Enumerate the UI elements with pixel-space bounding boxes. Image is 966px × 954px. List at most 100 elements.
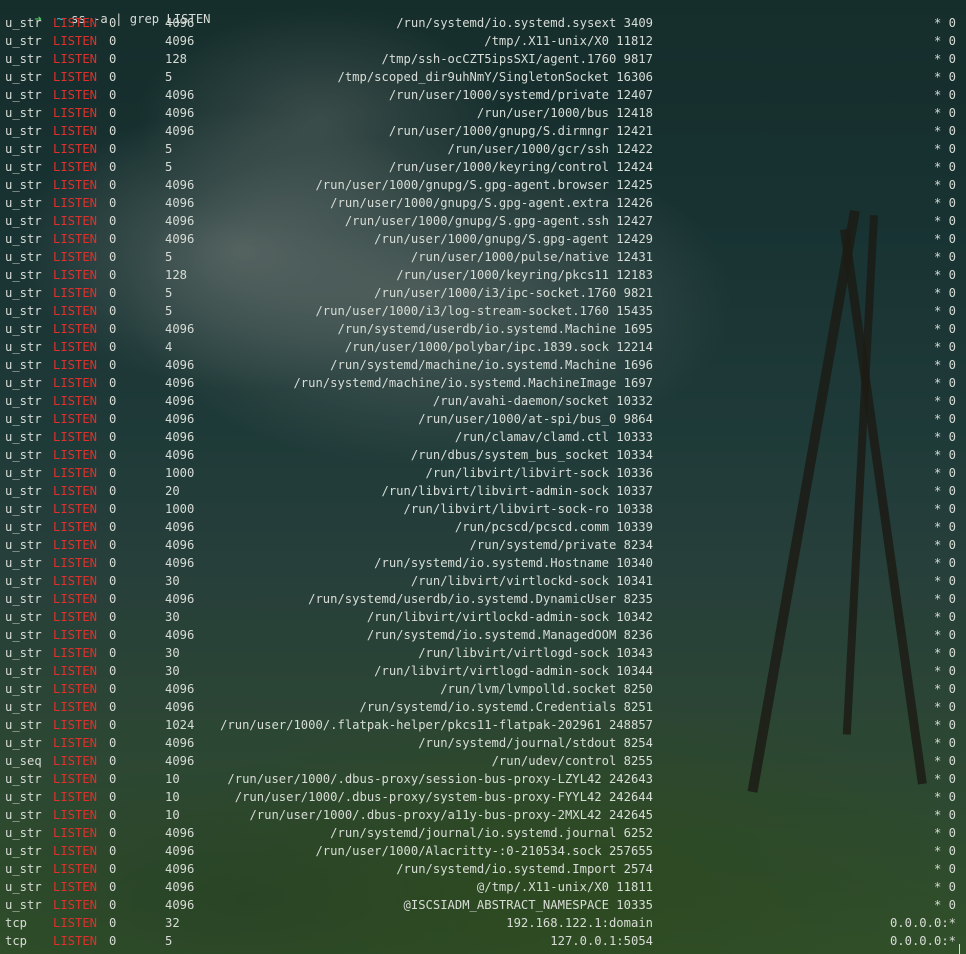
- table-row: u_str LISTEN 0 4096/run/user/1000/gnupg/S.g…: [0, 212, 966, 230]
- row-netid: u_str: [5, 142, 42, 156]
- row-local-address: /run/clamav/clamd.ctl 10333: [454, 430, 653, 444]
- row-peer-address: * 0: [933, 52, 956, 66]
- row-peer-address: * 0: [933, 502, 956, 516]
- row-state: LISTEN: [53, 358, 98, 372]
- row-local-address: /run/systemd/io.systemd.Hostname 10340: [374, 556, 653, 570]
- row-recv-q: 0: [109, 124, 117, 138]
- table-row: u_str LISTEN 0 4096/run/user/1000/Alacritty…: [0, 842, 966, 860]
- row-send-q: 10: [165, 808, 180, 822]
- row-netid: u_str: [5, 718, 42, 732]
- row-recv-q: 0: [109, 286, 117, 300]
- row-peer-address: * 0: [933, 844, 956, 858]
- row-peer-address: * 0: [933, 520, 956, 534]
- table-row: u_str LISTEN 0 4096 @ISCSIADM_ABSTRACT_NAMES…: [0, 896, 966, 914]
- row-send-q: 10: [165, 772, 180, 786]
- table-row: u_str LISTEN 0 4096/run/systemd/journal/io.…: [0, 824, 966, 842]
- row-peer-address: * 0: [933, 682, 956, 696]
- row-state: LISTEN: [53, 250, 98, 264]
- table-row: u_str LISTEN 0 4096/run/user/1000/systemd/p…: [0, 86, 966, 104]
- row-netid: tcp: [5, 934, 28, 948]
- row-peer-address: * 0: [933, 232, 956, 246]
- row-state: LISTEN: [53, 880, 98, 894]
- row-peer-address: * 0: [933, 250, 956, 264]
- row-recv-q: 0: [109, 700, 117, 714]
- row-peer-address: * 0: [933, 700, 956, 714]
- row-local-address: /run/user/1000/pulse/native 12431: [410, 250, 653, 264]
- table-row: u_str LISTEN 0 4096/run/lvm/lvmpolld.socket…: [0, 680, 966, 698]
- row-recv-q: 0: [109, 628, 117, 642]
- row-recv-q: 0: [109, 574, 117, 588]
- row-netid: u_str: [5, 70, 42, 84]
- row-netid: u_str: [5, 862, 42, 876]
- row-send-q: 4096: [165, 16, 195, 30]
- row-recv-q: 0: [109, 106, 117, 120]
- row-peer-address: * 0: [933, 574, 956, 588]
- row-state: LISTEN: [53, 178, 98, 192]
- row-local-address: /run/user/1000/keyring/control 12424: [388, 160, 653, 174]
- row-local-address: /run/user/1000/i3/ipc-socket.1760 9821: [374, 286, 653, 300]
- row-recv-q: 0: [109, 556, 117, 570]
- row-netid: u_str: [5, 178, 42, 192]
- row-state: LISTEN: [53, 610, 98, 624]
- row-state: LISTEN: [53, 448, 98, 462]
- row-netid: u_str: [5, 466, 42, 480]
- row-netid: u_str: [5, 484, 42, 498]
- row-state: LISTEN: [53, 52, 98, 66]
- table-row: u_str LISTEN 0 5/tmp/scoped_dir9uhNmY/Singl…: [0, 68, 966, 86]
- row-state: LISTEN: [53, 934, 98, 948]
- row-local-address: /run/user/1000/gnupg/S.gpg-agent.browser…: [315, 178, 653, 192]
- row-send-q: 5: [165, 70, 173, 84]
- row-state: LISTEN: [53, 520, 98, 534]
- table-row: u_str LISTEN 0 5/run/user/1000/gcr/ssh 1242…: [0, 140, 966, 158]
- row-state: LISTEN: [53, 538, 98, 552]
- row-state: LISTEN: [53, 232, 98, 246]
- row-send-q: 5: [165, 304, 173, 318]
- row-local-address: /run/libvirt/virtlockd-sock 10341: [410, 574, 653, 588]
- row-recv-q: 0: [109, 754, 117, 768]
- row-local-address: /run/lvm/lvmpolld.socket 8250: [440, 682, 653, 696]
- row-state: LISTEN: [53, 196, 98, 210]
- row-send-q: 20: [165, 484, 180, 498]
- row-netid: u_str: [5, 682, 42, 696]
- row-recv-q: 0: [109, 826, 117, 840]
- table-row: u_str LISTEN 0 4096/run/user/1000/at-spi/bu…: [0, 410, 966, 428]
- row-recv-q: 0: [109, 412, 117, 426]
- row-local-address: /run/systemd/machine/io.systemd.MachineI…: [293, 376, 653, 390]
- table-row: u_str LISTEN 0 1024/run/user/1000/.flatpak-…: [0, 716, 966, 734]
- table-row: u_str LISTEN 0 4096/run/systemd/io.systemd.…: [0, 626, 966, 644]
- row-local-address: /run/libvirt/libvirt-sock 10336: [425, 466, 653, 480]
- row-local-address: /run/user/1000/gnupg/S.dirmngr 12421: [388, 124, 653, 138]
- row-recv-q: 0: [109, 790, 117, 804]
- table-row: u_str LISTEN 0 4096/run/systemd/machine/io.…: [0, 374, 966, 392]
- row-recv-q: 0: [109, 592, 117, 606]
- row-local-address: /tmp/.X11-unix/X0 11812: [484, 34, 653, 48]
- row-local-address: /run/user/1000/gnupg/S.gpg-agent 12429: [374, 232, 653, 246]
- row-recv-q: 0: [109, 160, 117, 174]
- row-peer-address: * 0: [933, 16, 956, 30]
- row-peer-address: * 0: [933, 718, 956, 732]
- row-peer-address: * 0: [933, 412, 956, 426]
- table-row: u_str LISTEN 0 10/run/user/1000/.dbus-proxy…: [0, 788, 966, 806]
- row-state: LISTEN: [53, 718, 98, 732]
- terminal-window[interactable]: ➜ ~ ss -a | grep LISTEN u_str LISTEN 0 4096…: [0, 0, 966, 954]
- row-netid: u_str: [5, 736, 42, 750]
- table-row: u_str LISTEN 0 4096/run/systemd/userdb/io.s…: [0, 590, 966, 608]
- row-peer-address: * 0: [933, 898, 956, 912]
- row-send-q: 32: [165, 916, 180, 930]
- row-netid: u_str: [5, 574, 42, 588]
- row-state: LISTEN: [53, 736, 98, 750]
- row-state: LISTEN: [53, 142, 98, 156]
- row-local-address: /run/user/1000/gcr/ssh 12422: [447, 142, 653, 156]
- table-row: u_str LISTEN 0 30/run/libvirt/virtlogd-admi…: [0, 662, 966, 680]
- row-peer-address: * 0: [933, 484, 956, 498]
- row-recv-q: 0: [109, 178, 117, 192]
- row-recv-q: 0: [109, 448, 117, 462]
- row-netid: u_str: [5, 502, 42, 516]
- row-state: LISTEN: [53, 34, 98, 48]
- row-peer-address: * 0: [933, 394, 956, 408]
- row-peer-address: * 0: [933, 826, 956, 840]
- row-netid: tcp: [5, 916, 28, 930]
- row-send-q: 4096: [165, 538, 195, 552]
- row-netid: u_str: [5, 610, 42, 624]
- row-state: LISTEN: [53, 916, 98, 930]
